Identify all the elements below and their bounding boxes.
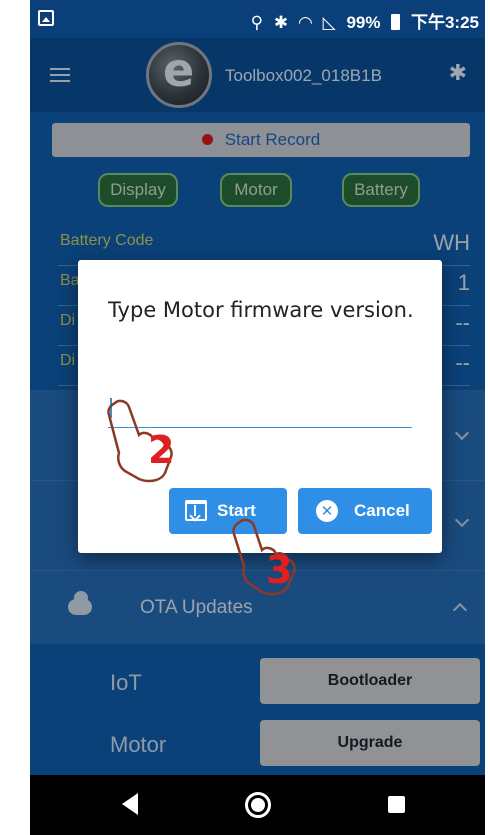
cancel-button[interactable]: ✕ Cancel	[298, 488, 432, 534]
back-icon[interactable]	[122, 793, 138, 815]
download-icon	[185, 500, 207, 521]
battery-icon	[391, 14, 401, 30]
step-number-3: 3	[266, 548, 293, 592]
recent-apps-icon[interactable]	[388, 796, 405, 813]
cancel-label: Cancel	[354, 501, 410, 520]
phone-screen: ⚲ ✱ ◠ ◺ 99% 下午3:25 Toolbox002_018B1B ✱ S…	[30, 0, 485, 835]
step-number-2: 2	[148, 428, 175, 472]
wifi-icon: ◠	[298, 13, 312, 32]
bluetooth-status-icon: ✱	[273, 13, 289, 32]
status-indicators: ⚲ ✱ ◠ ◺ 99% 下午3:25	[245, 8, 479, 33]
dialog-message: Type Motor firmware version.	[108, 298, 414, 322]
battery-percent: 99%	[346, 13, 381, 32]
location-icon: ⚲	[250, 13, 264, 32]
signal-icon: ◺	[322, 13, 336, 32]
image-notification-icon	[38, 10, 54, 26]
navigation-bar	[30, 775, 485, 835]
home-icon[interactable]	[245, 792, 271, 818]
clock: 下午3:25	[410, 13, 479, 32]
close-icon: ✕	[316, 500, 338, 522]
status-bar: ⚲ ✱ ◠ ◺ 99% 下午3:25	[30, 0, 485, 38]
